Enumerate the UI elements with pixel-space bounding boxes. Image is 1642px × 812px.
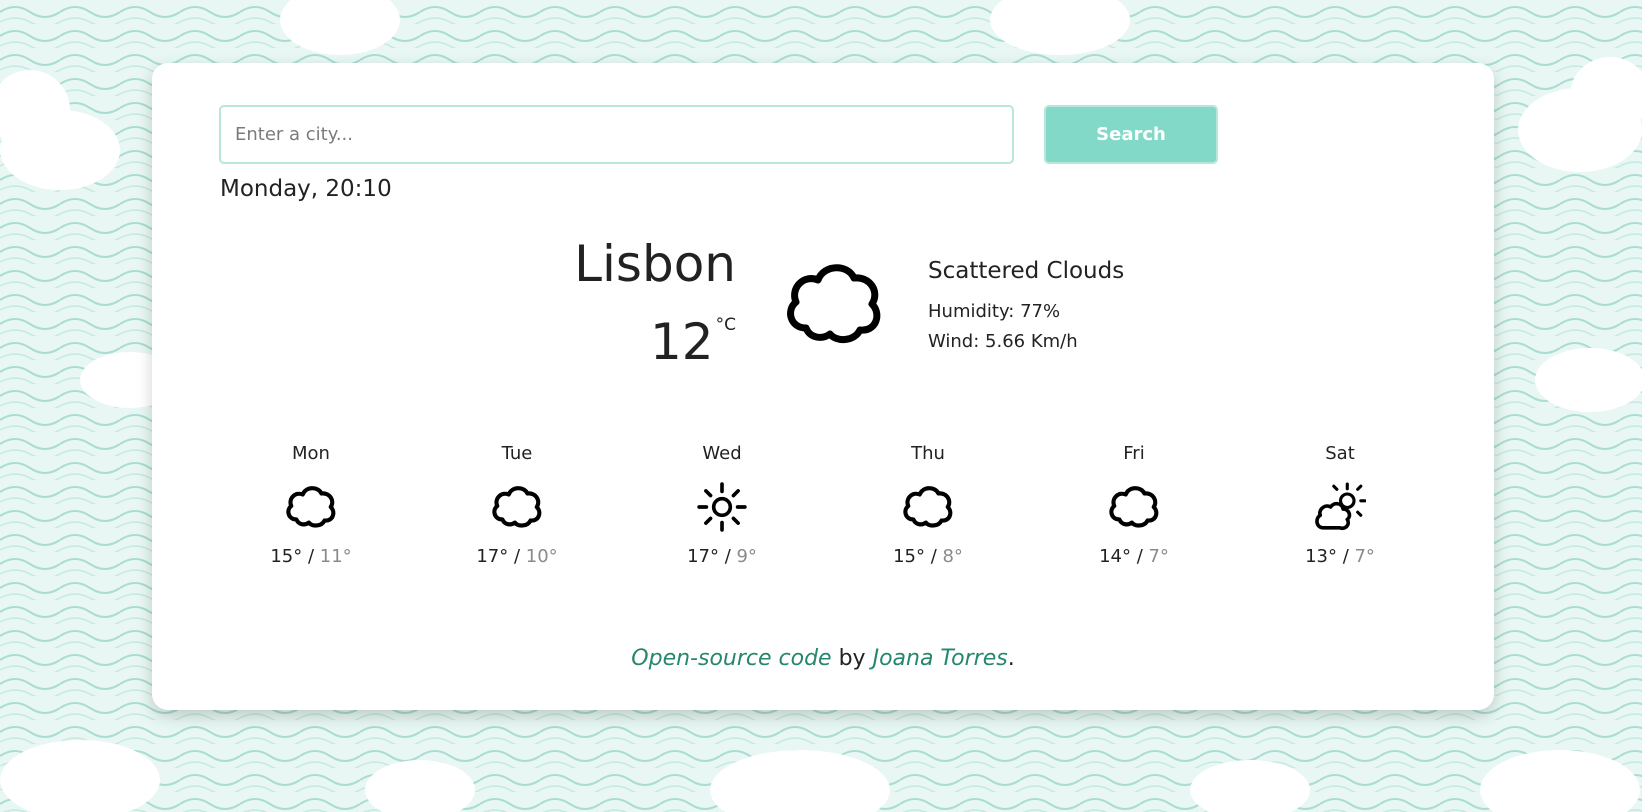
forecast-day: Thu 15° / 8° (858, 443, 998, 567)
forecast-temps: 17° / 9° (652, 546, 792, 567)
city-search-input[interactable] (219, 105, 1014, 164)
footer-end-text: . (1007, 646, 1015, 671)
forecast-temps: 14° / 7° (1064, 546, 1204, 567)
current-datetime: Monday, 20:10 (220, 176, 392, 202)
city-name: Lisbon (574, 235, 736, 293)
forecast-min: 10° (525, 546, 558, 567)
forecast-day-name: Thu (911, 443, 945, 464)
forecast-max: 14° (1099, 546, 1131, 567)
wind-text: Wind: 5.66 Km/h (928, 331, 1078, 352)
weather-description: Scattered Clouds (928, 258, 1125, 284)
forecast-day: Sat 13° / 7° (1270, 443, 1410, 567)
forecast-day: Tue 17° / 10° (447, 443, 587, 567)
temp-separator: / (508, 546, 526, 567)
forecast-day-name: Tue (501, 443, 533, 464)
forecast-min: 11° (319, 546, 352, 567)
forecast-temps: 15° / 11° (241, 546, 381, 567)
cloud-icon (903, 486, 953, 528)
temp-separator: / (1130, 546, 1149, 567)
temperature-value: 12 (650, 313, 714, 371)
forecast-day: Wed 17° / 9° (652, 443, 792, 567)
forecast-min: 7° (1148, 546, 1169, 567)
forecast-min: 9° (736, 546, 757, 567)
forecast-temps: 15° / 8° (858, 546, 998, 567)
forecast-day-name: Sat (1325, 443, 1355, 464)
forecast-day: Fri 14° / 7° (1064, 443, 1204, 567)
forecast-day-name: Wed (702, 443, 742, 464)
forecast-day-name: Fri (1123, 443, 1145, 464)
forecast-min: 7° (1354, 546, 1375, 567)
cloud-icon (787, 264, 881, 343)
forecast-max: 15° (270, 546, 303, 567)
humidity-text: Humidity: 77% (928, 301, 1061, 322)
temp-separator: / (718, 546, 737, 567)
forecast-max: 13° (1305, 546, 1337, 567)
footer-by-text: by (831, 646, 873, 671)
forecast-day-name: Mon (292, 443, 330, 464)
forecast-temps: 17° / 10° (447, 546, 587, 567)
forecast-max: 17° (476, 546, 509, 567)
open-source-link[interactable]: Open-source code (631, 646, 831, 671)
forecast-temps: 13° / 7° (1270, 546, 1410, 567)
cloud-icon (492, 486, 542, 528)
forecast-max: 17° (687, 546, 719, 567)
cloud-icon (286, 486, 336, 528)
search-button[interactable]: Search (1044, 105, 1218, 164)
temperature-unit: °C (715, 315, 736, 335)
temp-separator: / (924, 546, 943, 567)
cloud-icon (1109, 486, 1159, 528)
weather-card: Search Monday, 20:10 Lisbon 12°C Scatter… (152, 63, 1494, 710)
footer: Open-source code by Joana Torres. (152, 646, 1494, 671)
temp-separator: / (1336, 546, 1355, 567)
author-link[interactable]: Joana Torres (873, 646, 1008, 671)
partly-cloudy-icon (1315, 482, 1366, 531)
forecast-min: 8° (942, 546, 963, 567)
forecast-day: Mon 15° / 11° (241, 443, 381, 567)
current-temperature: 12 °C (650, 313, 736, 371)
forecast-max: 15° (893, 546, 925, 567)
temp-separator: / (302, 546, 320, 567)
sun-icon (697, 482, 747, 532)
